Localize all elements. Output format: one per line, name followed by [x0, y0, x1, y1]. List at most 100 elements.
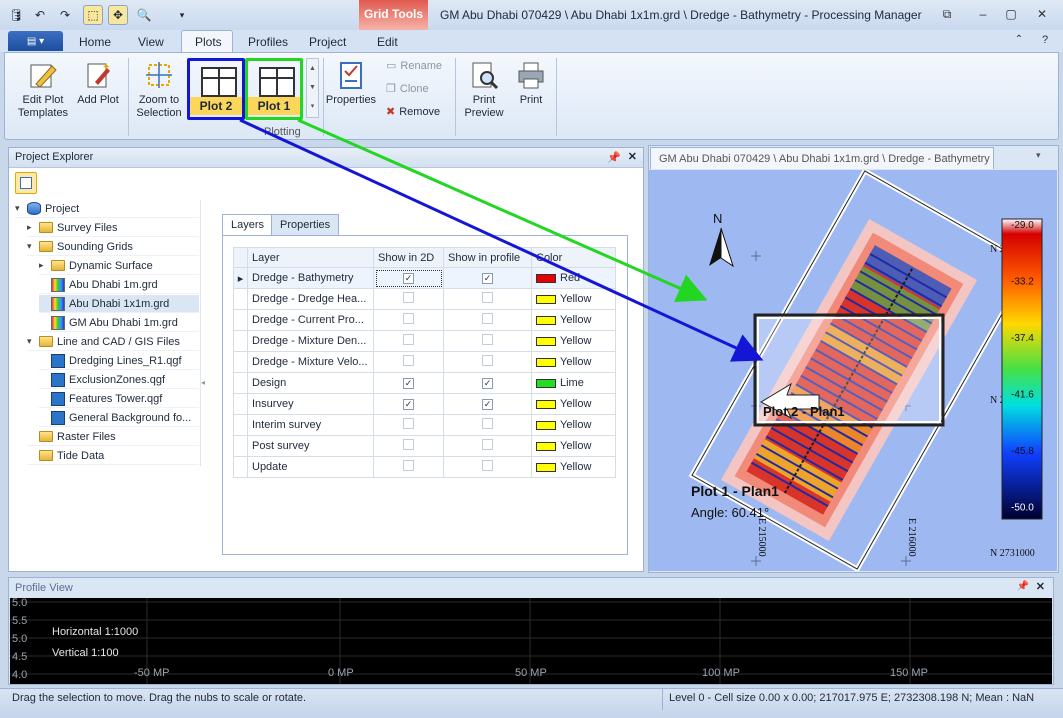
checkbox[interactable]	[482, 355, 493, 366]
tab-project[interactable]: Project	[309, 35, 346, 49]
plot1-button[interactable]: Plot 1	[245, 58, 303, 120]
remove-button[interactable]: ✖ Remove	[386, 105, 440, 119]
expand-arrow-icon[interactable]: ▸	[39, 260, 47, 271]
table-row[interactable]: Post survey Yellow	[233, 435, 616, 457]
tree-item[interactable]: ▸ Dynamic Surface	[39, 257, 199, 275]
color-cell[interactable]: Yellow	[531, 435, 616, 457]
show-profile-cell[interactable]	[443, 288, 532, 310]
show-profile-cell[interactable]	[443, 414, 532, 436]
maximize-icon[interactable]: ▢	[1002, 7, 1020, 23]
table-row[interactable]: Dredge - Mixture Velo... Yellow	[233, 351, 616, 373]
tree-item[interactable]: Features Tower.qgf	[39, 390, 199, 408]
tree-item[interactable]: ▸ Survey Files	[27, 219, 199, 237]
show-profile-cell[interactable]	[443, 309, 532, 331]
database-icon[interactable]: 🛢	[6, 5, 26, 25]
show-profile-cell[interactable]: ✓	[443, 267, 532, 289]
layer-name-cell[interactable]: Insurvey	[247, 393, 374, 415]
layer-name-cell[interactable]: Dredge - Dredge Hea...	[247, 288, 374, 310]
zoom-icon[interactable]: 🔍	[134, 5, 154, 25]
show-2d-cell[interactable]	[373, 351, 444, 373]
map-drawing[interactable]: N Plot 2 - Plan1 Plot 1 - Plan1 Angle: 6…	[649, 170, 1057, 571]
document-menu-icon[interactable]: ▾	[1036, 150, 1041, 161]
layer-name-cell[interactable]: Post survey	[247, 435, 374, 457]
restore-layout-icon[interactable]: ⧉	[938, 7, 956, 23]
layer-name-cell[interactable]: Dredge - Mixture Den...	[247, 330, 374, 352]
tab-edit[interactable]: Edit	[377, 35, 398, 49]
expand-arrow-icon[interactable]: ▾	[27, 241, 35, 252]
tree-item[interactable]: Tide Data	[27, 447, 199, 465]
layer-name-cell[interactable]: Dredge - Bathymetry	[247, 267, 374, 289]
layer-name-cell[interactable]: Interim survey	[247, 414, 374, 436]
color-cell[interactable]: Yellow	[531, 288, 616, 310]
checkbox[interactable]: ✓	[482, 399, 493, 410]
tree-item[interactable]: Raster Files	[27, 428, 199, 446]
checkbox[interactable]	[403, 292, 414, 303]
layer-name-cell[interactable]: Dredge - Mixture Velo...	[247, 351, 374, 373]
print-button[interactable]: Print	[511, 60, 551, 107]
color-cell[interactable]: Yellow	[531, 414, 616, 436]
column-header-show-profile[interactable]: Show in profile	[443, 247, 532, 268]
print-preview-button[interactable]: Print Preview	[461, 60, 507, 120]
table-row[interactable]: Dredge - Current Pro... Yellow	[233, 309, 616, 331]
properties-button[interactable]: Properties	[325, 60, 377, 107]
pan-tool-icon[interactable]: ✥	[108, 5, 128, 25]
tree-item[interactable]: Dredging Lines_R1.qgf	[39, 352, 199, 370]
tab-view[interactable]: View	[138, 35, 164, 49]
pin-icon[interactable]: 📌	[607, 151, 621, 164]
color-cell[interactable]: Red	[531, 267, 616, 289]
checkbox[interactable]	[482, 460, 493, 471]
undo-icon[interactable]: ↶	[30, 5, 50, 25]
color-cell[interactable]: Yellow	[531, 456, 616, 478]
checkbox[interactable]: ✓	[403, 273, 414, 284]
tab-layers[interactable]: Layers	[222, 214, 274, 236]
expand-arrow-icon[interactable]: ▾	[15, 203, 23, 214]
column-header-layer[interactable]: Layer	[247, 247, 374, 268]
layer-name-cell[interactable]: Dredge - Current Pro...	[247, 309, 374, 331]
show-2d-cell[interactable]: ✓	[373, 267, 444, 289]
close-icon[interactable]: ✕	[1033, 7, 1051, 23]
tab-plots[interactable]: Plots	[195, 35, 222, 49]
show-2d-cell[interactable]	[373, 414, 444, 436]
table-row[interactable]: Dredge - Mixture Den... Yellow	[233, 330, 616, 352]
show-2d-cell[interactable]: ✓	[373, 393, 444, 415]
gallery-scroll[interactable]: ▲ ▼ ▾	[306, 58, 319, 118]
tree-item[interactable]: Abu Dhabi 1x1m.grd	[39, 295, 199, 313]
table-row[interactable]: Interim survey Yellow	[233, 414, 616, 436]
show-profile-cell[interactable]	[443, 456, 532, 478]
show-2d-cell[interactable]	[373, 330, 444, 352]
expand-arrow-icon[interactable]: ▸	[27, 222, 35, 233]
tree-item[interactable]: ▾ Line and CAD / GIS Files	[27, 333, 199, 351]
redo-icon[interactable]: ↷	[55, 5, 75, 25]
tree-item[interactable]: GM Abu Dhabi 1m.grd	[39, 314, 199, 332]
tree-item[interactable]: Abu Dhabi 1m.grd	[39, 276, 199, 294]
show-2d-cell[interactable]: ✓	[373, 372, 444, 394]
checkbox[interactable]	[482, 439, 493, 450]
checkbox[interactable]	[403, 418, 414, 429]
show-profile-cell[interactable]	[443, 351, 532, 373]
column-header-show-2d[interactable]: Show in 2D	[373, 247, 444, 268]
show-profile-cell[interactable]: ✓	[443, 372, 532, 394]
checkbox[interactable]	[403, 460, 414, 471]
checkbox[interactable]: ✓	[403, 399, 414, 410]
tree-item[interactable]: ▾ Sounding Grids	[27, 238, 199, 256]
show-profile-cell[interactable]	[443, 330, 532, 352]
table-row[interactable]: Dredge - Dredge Hea... Yellow	[233, 288, 616, 310]
checkbox[interactable]: ✓	[482, 378, 493, 389]
show-profile-cell[interactable]	[443, 435, 532, 457]
add-plot-button[interactable]: ✦ Add Plot	[76, 60, 120, 107]
checkbox[interactable]	[403, 313, 414, 324]
minimize-icon[interactable]: –	[974, 7, 992, 23]
select-tool-icon[interactable]: ⬚	[83, 5, 103, 25]
show-2d-cell[interactable]	[373, 309, 444, 331]
color-cell[interactable]: Yellow	[531, 330, 616, 352]
show-2d-cell[interactable]	[373, 456, 444, 478]
color-cell[interactable]: Yellow	[531, 351, 616, 373]
checkbox[interactable]: ✓	[403, 378, 414, 389]
table-row[interactable]: Insurvey ✓ ✓ Yellow	[233, 393, 616, 415]
expand-arrow-icon[interactable]: ▾	[27, 336, 35, 347]
tree-item[interactable]: ▾ Project	[15, 200, 199, 218]
checkbox[interactable]	[403, 355, 414, 366]
layer-name-cell[interactable]: Design	[247, 372, 374, 394]
table-row[interactable]: ▸ Dredge - Bathymetry ✓ ✓ Red	[233, 267, 616, 289]
tab-profiles[interactable]: Profiles	[248, 35, 288, 49]
